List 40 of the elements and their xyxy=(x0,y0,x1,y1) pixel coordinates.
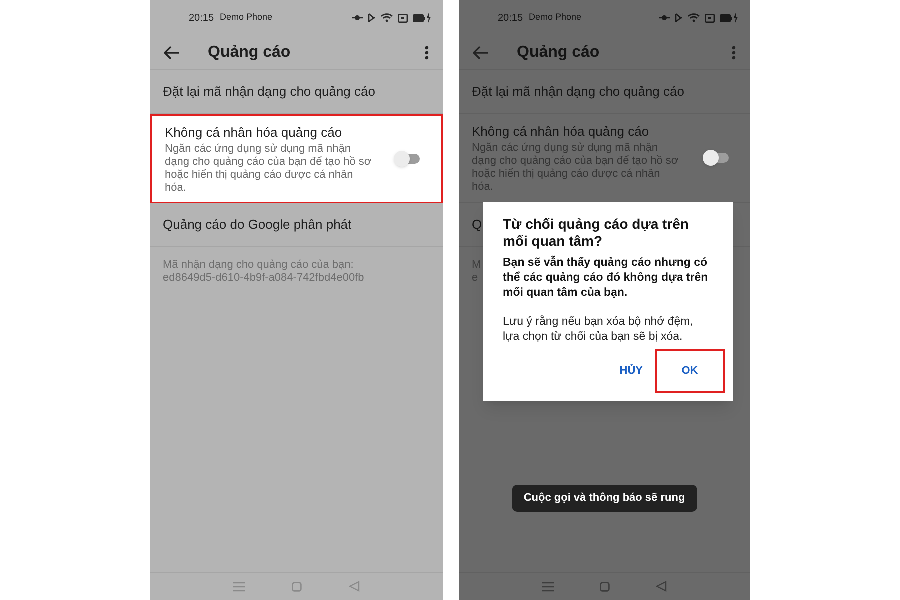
home-icon[interactable] xyxy=(292,582,302,592)
screen-icon xyxy=(398,14,408,22)
menu-icon[interactable] xyxy=(542,582,554,592)
status-carrier: Demo Phone xyxy=(220,11,274,24)
back-icon[interactable] xyxy=(656,581,667,592)
battery-charging-icon xyxy=(413,12,431,24)
row-description: Ngăn các ứng dụng sử dụng mã nhận dạng cho quảng cáo của bạn để tạo hồ sơ hoặc hiển thị quảng cáo được cá nhân hóa. xyxy=(165,142,373,195)
status-time: 20:15 xyxy=(189,12,214,26)
screen-title: Quảng cáo xyxy=(517,42,601,62)
row-label: Không cá nhân hóa quảng cáo xyxy=(472,123,650,142)
wifi-icon xyxy=(688,13,700,23)
row-label: Đặt lại mã nhận dạng cho quảng cáo xyxy=(472,82,684,101)
row-label: Đặt lại mã nhận dạng cho quảng cáo xyxy=(163,82,376,101)
row-label: Không cá nhân hóa quảng cáo xyxy=(165,124,344,142)
row-label: Q xyxy=(472,216,482,234)
status-carrier: Demo Phone xyxy=(529,11,583,24)
dialog-button[interactable]: OK xyxy=(655,349,725,393)
dialog-title: Từ chối quảng cáo dựa trên mối quan tâm? xyxy=(503,216,690,250)
settings-row[interactable]: Không cá nhân hóa quảng cáo Ngăn các ứng dụng sử dụng mã nhận dạng cho quảng cáo của bạn để tạo hồ sơ hoặc hiển thị quảng cáo được cá nhân hóa. xyxy=(150,114,443,203)
back-arrow-icon[interactable] xyxy=(164,46,180,60)
battery-charging-icon xyxy=(720,12,738,24)
row-label: Quảng cáo do Google phân phát xyxy=(163,216,352,234)
info-text: Mã nhận dạng cho quảng cáo của bạn: xyxy=(163,259,354,272)
status-time: 20:15 xyxy=(498,12,524,26)
settings-row[interactable]: Đặt lại mã nhận dạng cho quảng cáo xyxy=(459,70,750,114)
dialog-note: Lưu ý rằng nếu bạn xóa bộ nhớ đệm, lựa chọn từ chối của bạn sẽ bị xóa. xyxy=(503,315,694,345)
menu-icon[interactable] xyxy=(233,582,246,592)
dialog-button[interactable]: HỦY xyxy=(612,349,651,393)
screen-icon xyxy=(705,14,715,22)
bluetooth-icon xyxy=(368,12,376,24)
settings-row[interactable]: Quảng cáo do Google phân phát xyxy=(150,203,443,247)
info-text: ed8649d5-d610-4b9f-a084-742fbd4e00fb xyxy=(163,272,364,285)
back-icon[interactable] xyxy=(348,581,360,592)
toast-message: Cuộc gọi và thông báo sẽ rung xyxy=(512,485,698,512)
bluetooth-icon xyxy=(675,12,683,24)
more-options-icon[interactable] xyxy=(425,46,429,60)
home-icon[interactable] xyxy=(600,582,610,592)
wifi-icon xyxy=(381,13,393,23)
dialog-message: Bạn sẽ vẫn thấy quảng cáo nhưng có thể các quảng cáo đó không dựa trên mối quan tâm của bạn. xyxy=(503,256,710,301)
screen-title: Quảng cáo xyxy=(208,42,292,62)
